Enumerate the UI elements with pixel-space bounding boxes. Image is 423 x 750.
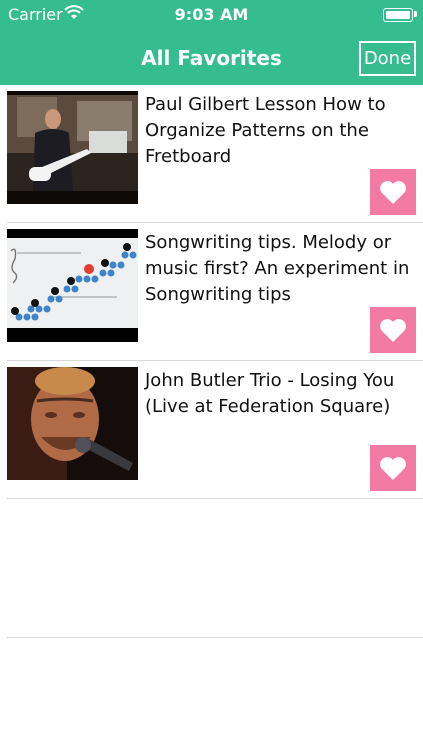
heart-icon — [380, 180, 406, 204]
favorite-heart-button[interactable] — [370, 445, 416, 491]
battery-icon — [383, 8, 413, 22]
heart-icon — [380, 318, 406, 342]
video-thumbnail[interactable] — [7, 229, 138, 342]
video-title[interactable]: Paul Gilbert Lesson How to Organize Patt… — [145, 92, 415, 170]
list-item[interactable]: Songwriting tips. Melody or music first?… — [0, 223, 423, 361]
list-item[interactable]: Paul Gilbert Lesson How to Organize Patt… — [0, 85, 423, 223]
heart-icon — [380, 456, 406, 480]
favorite-heart-button[interactable] — [370, 307, 416, 353]
video-thumbnail[interactable] — [7, 367, 138, 480]
done-button[interactable]: Done — [359, 41, 416, 76]
clock: 9:03 AM — [174, 5, 249, 24]
battery-nub — [414, 11, 417, 17]
row-divider — [7, 498, 423, 499]
list-item[interactable]: John Butler Trio - Losing You (Live at F… — [0, 361, 423, 499]
video-title[interactable]: Songwriting tips. Melody or music first?… — [145, 230, 415, 308]
favorite-heart-button[interactable] — [370, 169, 416, 215]
row-divider — [7, 637, 423, 638]
video-title[interactable]: John Butler Trio - Losing You (Live at F… — [145, 368, 415, 420]
video-thumbnail[interactable] — [7, 91, 138, 204]
navigation-bar: All Favorites Done — [0, 30, 423, 85]
status-bar: Carrier 9:03 AM — [0, 0, 423, 30]
